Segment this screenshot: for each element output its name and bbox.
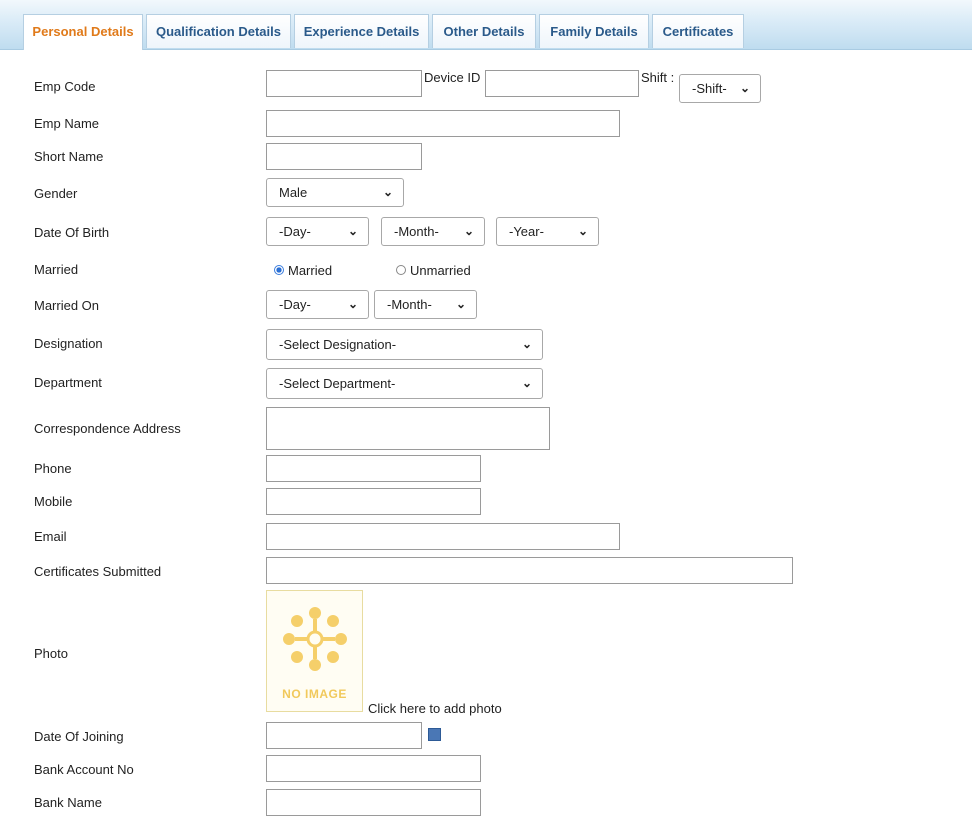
tab-bar: Personal Details Qualification Details E…	[0, 0, 972, 50]
gender-select[interactable]: Male ⌄	[266, 178, 404, 207]
designation-select-value: -Select Designation-	[279, 337, 397, 352]
add-photo-link[interactable]: Click here to add photo	[368, 701, 502, 716]
certificates-input[interactable]	[266, 557, 793, 584]
dob-month-select[interactable]: -Month- ⌄	[381, 217, 485, 246]
emp-code-input[interactable]	[266, 70, 422, 97]
married-radio[interactable]	[274, 265, 284, 275]
doj-label: Date Of Joining	[34, 729, 124, 744]
address-textarea[interactable]	[266, 407, 550, 450]
married-on-day-value: -Day-	[279, 297, 311, 312]
mobile-label: Mobile	[34, 494, 73, 509]
chevron-down-icon: ⌄	[463, 224, 474, 238]
shift-label: Shift :	[641, 70, 675, 85]
bank-account-input[interactable]	[266, 755, 481, 782]
calendar-icon[interactable]	[428, 728, 441, 741]
photo-placeholder[interactable]: NO IMAGE	[266, 590, 363, 712]
married-on-day-select[interactable]: -Day- ⌄	[266, 290, 369, 319]
chevron-down-icon: ⌄	[739, 81, 750, 95]
short-name-input[interactable]	[266, 143, 422, 170]
address-label: Correspondence Address	[34, 421, 181, 436]
emp-name-input[interactable]	[266, 110, 620, 137]
email-label: Email	[34, 529, 67, 544]
department-select[interactable]: -Select Department- ⌄	[266, 368, 543, 399]
device-id-label: Device ID :	[424, 70, 488, 85]
dob-year-select[interactable]: -Year- ⌄	[496, 217, 599, 246]
bank-name-label: Bank Name	[34, 795, 102, 810]
department-select-value: -Select Department-	[279, 376, 396, 391]
tab-family-details[interactable]: Family Details	[539, 14, 649, 48]
chevron-down-icon: ⌄	[521, 376, 532, 390]
department-label: Department	[34, 375, 102, 390]
married-on-month-select[interactable]: -Month- ⌄	[374, 290, 477, 319]
gender-label: Gender	[34, 186, 78, 201]
certificates-label: Certificates Submitted	[34, 564, 162, 579]
unmarried-radio[interactable]	[396, 265, 406, 275]
chevron-down-icon: ⌄	[521, 337, 532, 351]
bank-name-input[interactable]	[266, 789, 481, 816]
no-image-text: NO IMAGE	[282, 687, 347, 701]
photo-label: Photo	[34, 646, 68, 661]
flower-placeholder-icon	[283, 607, 347, 671]
dob-month-value: -Month-	[394, 224, 439, 239]
device-id-input[interactable]	[485, 70, 639, 97]
tab-qualification-details[interactable]: Qualification Details	[146, 14, 291, 48]
email-input[interactable]	[266, 523, 620, 550]
mobile-input[interactable]	[266, 488, 481, 515]
married-on-month-value: -Month-	[387, 297, 432, 312]
tab-other-details[interactable]: Other Details	[432, 14, 536, 48]
dob-year-value: -Year-	[509, 224, 544, 239]
dob-day-value: -Day-	[279, 224, 311, 239]
married-radio-label: Married	[288, 263, 333, 278]
dob-day-select[interactable]: -Day- ⌄	[266, 217, 369, 246]
gender-select-value: Male	[279, 185, 308, 200]
emp-name-label: Emp Name	[34, 116, 100, 131]
shift-select-value: -Shift-	[692, 81, 727, 96]
phone-label: Phone	[34, 461, 72, 476]
doj-input[interactable]	[266, 722, 422, 749]
tab-certificates[interactable]: Certificates	[652, 14, 744, 48]
chevron-down-icon: ⌄	[347, 297, 358, 311]
tab-experience-details[interactable]: Experience Details	[294, 14, 429, 48]
shift-select[interactable]: -Shift- ⌄	[679, 74, 761, 103]
married-on-label: Married On	[34, 298, 100, 313]
dob-label: Date Of Birth	[34, 225, 110, 240]
bank-account-label: Bank Account No	[34, 762, 134, 777]
unmarried-radio-label: Unmarried	[410, 263, 471, 278]
phone-input[interactable]	[266, 455, 481, 482]
emp-code-label: Emp Code	[34, 79, 96, 94]
chevron-down-icon: ⌄	[577, 224, 588, 238]
chevron-down-icon: ⌄	[347, 224, 358, 238]
chevron-down-icon: ⌄	[455, 297, 466, 311]
chevron-down-icon: ⌄	[382, 185, 393, 199]
designation-select[interactable]: -Select Designation- ⌄	[266, 329, 543, 360]
tab-personal-details[interactable]: Personal Details	[23, 14, 143, 50]
short-name-label: Short Name	[34, 149, 104, 164]
married-label: Married	[34, 262, 79, 277]
designation-label: Designation	[34, 336, 103, 351]
